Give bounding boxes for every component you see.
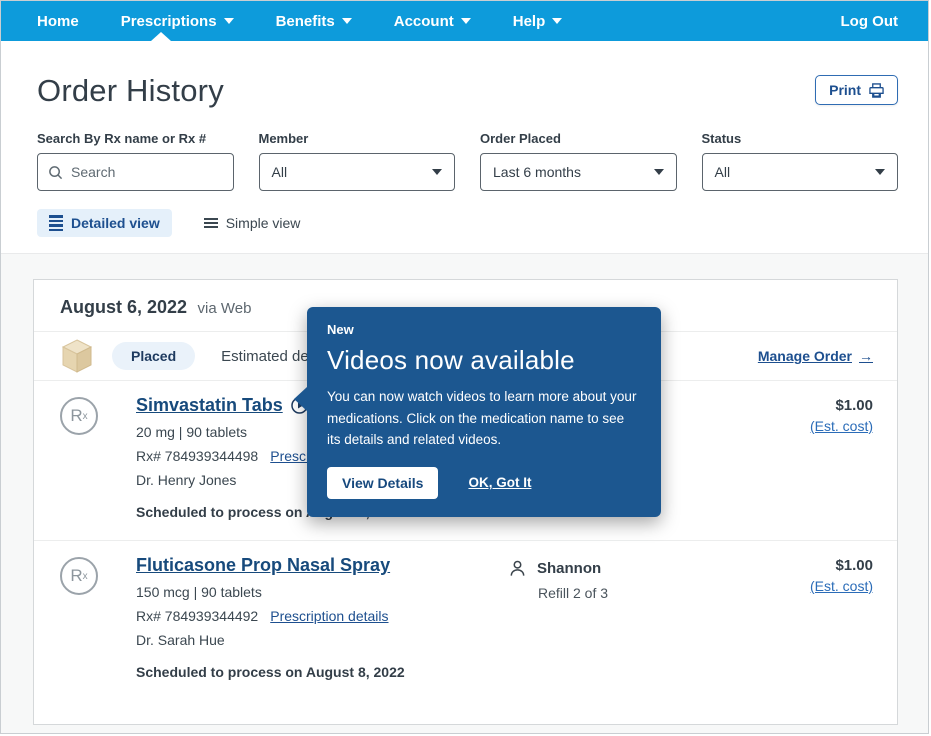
print-button[interactable]: Print (815, 75, 898, 105)
rx-icon: Rx (60, 397, 98, 435)
printer-icon (869, 83, 884, 98)
est-cost-link[interactable]: (Est. cost) (810, 578, 873, 594)
new-tag: New (327, 322, 641, 337)
view-details-button[interactable]: View Details (327, 467, 438, 499)
status-select-value: All (715, 164, 731, 180)
simple-list-icon (204, 218, 218, 228)
filter-status: Status All (702, 131, 899, 191)
chevron-down-icon (552, 18, 562, 24)
filter-search: Search By Rx name or Rx # (37, 131, 234, 191)
detailed-view-label: Detailed view (71, 215, 160, 231)
price: $1.00 (753, 557, 873, 574)
medication-details: Fluticasone Prop Nasal Spray 150 mcg | 9… (136, 555, 488, 680)
chevron-down-icon (875, 169, 885, 175)
detailed-list-icon (49, 215, 63, 231)
search-input[interactable] (71, 164, 223, 180)
dose-quantity: 150 mcg | 90 tablets (136, 584, 488, 600)
chevron-down-icon (224, 18, 234, 24)
rx-number: Rx# 784939344492 (136, 608, 258, 624)
tooltip-arrow-left-icon (294, 387, 307, 411)
simple-view-toggle[interactable]: Simple view (192, 209, 313, 237)
page: Home Prescriptions Benefits Account Help… (0, 0, 929, 734)
page-header: Order History Print (1, 41, 928, 109)
search-icon (48, 165, 63, 180)
package-icon (60, 338, 94, 374)
nav-item-prescriptions[interactable]: Prescriptions (121, 13, 234, 30)
print-button-label: Print (829, 82, 861, 98)
filters-row: Search By Rx name or Rx # Member All Ord… (1, 109, 928, 191)
nav-item-home[interactable]: Home (37, 13, 79, 30)
member-select[interactable]: All (259, 153, 456, 191)
nav-benefits-label: Benefits (276, 13, 335, 30)
filter-order-placed: Order Placed Last 6 months (480, 131, 677, 191)
nav-home-label: Home (37, 13, 79, 30)
prescription-details-link[interactable]: Prescription details (270, 608, 388, 624)
view-toggles: Detailed view Simple view (1, 191, 928, 253)
popup-title: Videos now available (327, 345, 641, 376)
est-cost-link[interactable]: (Est. cost) (810, 418, 873, 434)
medication-row-fluticasone: Rx Fluticasone Prop Nasal Spray 150 mcg … (34, 541, 897, 724)
order-date: August 6, 2022 (60, 297, 187, 317)
filter-member: Member All (259, 131, 456, 191)
nav-item-benefits[interactable]: Benefits (276, 13, 352, 30)
rx-number: Rx# 784939344498 (136, 448, 258, 464)
videos-tooltip-popup: New Videos now available You can now wat… (307, 307, 661, 517)
manage-order-label: Manage Order (758, 348, 852, 364)
person-icon (508, 559, 527, 578)
rx-icon: Rx (60, 557, 98, 595)
member-select-value: All (272, 164, 288, 180)
chevron-down-icon (432, 169, 442, 175)
page-title: Order History (37, 73, 898, 109)
manage-order-link[interactable]: Manage Order → (758, 348, 873, 364)
top-navbar: Home Prescriptions Benefits Account Help… (1, 1, 928, 41)
simple-view-label: Simple view (226, 215, 301, 231)
chevron-down-icon (654, 169, 664, 175)
detailed-view-toggle[interactable]: Detailed view (37, 209, 172, 237)
status-badge: Placed (112, 342, 195, 370)
medication-name-link[interactable]: Simvastatin Tabs (136, 395, 283, 416)
ok-got-it-link[interactable]: OK, Got It (468, 475, 531, 490)
price-column: $1.00 (Est. cost) (753, 555, 873, 680)
nav-item-help[interactable]: Help (513, 13, 563, 30)
prescriber: Dr. Sarah Hue (136, 632, 488, 648)
logout-button[interactable]: Log Out (841, 13, 898, 30)
popup-body-text: You can now watch videos to learn more a… (327, 386, 641, 451)
active-nav-pointer-icon (151, 32, 171, 41)
scheduled-text: Scheduled to process on August 8, 2022 (136, 664, 488, 680)
order-placed-select-value: Last 6 months (493, 164, 581, 180)
status-select[interactable]: All (702, 153, 899, 191)
order-placed-select[interactable]: Last 6 months (480, 153, 677, 191)
medication-name-link[interactable]: Fluticasone Prop Nasal Spray (136, 555, 390, 576)
member-column: Shannon Refill 2 of 3 (508, 555, 733, 680)
arrow-right-icon: → (859, 348, 873, 364)
nav-prescriptions-label: Prescriptions (121, 13, 217, 30)
search-box (37, 153, 234, 191)
refill-status: Refill 2 of 3 (508, 585, 733, 601)
price: $1.00 (753, 397, 873, 414)
order-channel: via Web (198, 300, 252, 317)
member-label: Member (259, 131, 456, 146)
order-placed-label: Order Placed (480, 131, 677, 146)
nav-help-label: Help (513, 13, 546, 30)
status-label: Status (702, 131, 899, 146)
nav-account-label: Account (394, 13, 454, 30)
nav-item-account[interactable]: Account (394, 13, 471, 30)
chevron-down-icon (461, 18, 471, 24)
chevron-down-icon (342, 18, 352, 24)
search-label: Search By Rx name or Rx # (37, 131, 234, 146)
price-column: $1.00 (Est. cost) (753, 395, 873, 520)
popup-actions: View Details OK, Got It (327, 467, 641, 499)
member-name: Shannon (537, 560, 601, 577)
